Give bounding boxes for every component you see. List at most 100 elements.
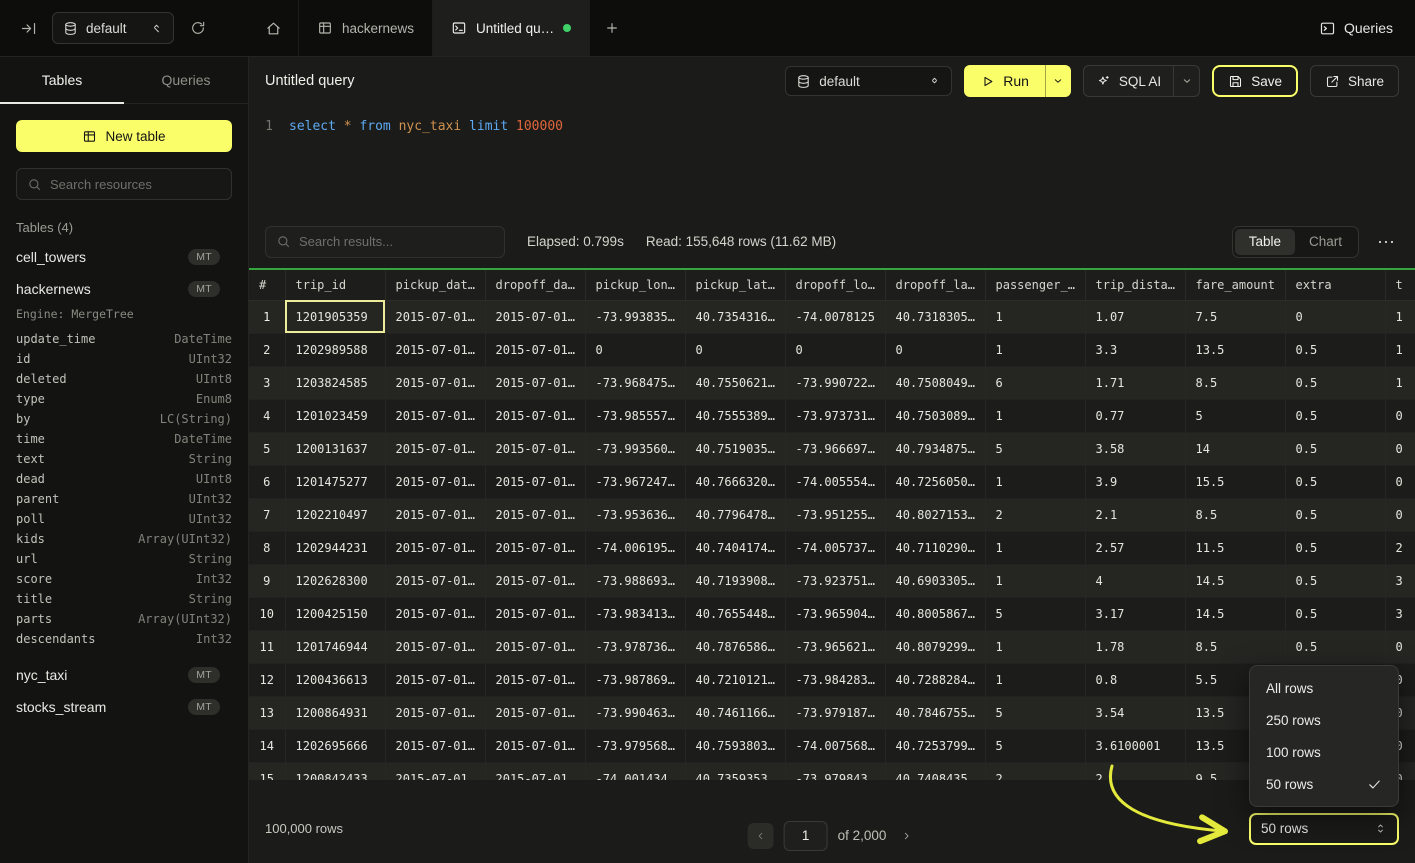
run-options-caret[interactable] xyxy=(1045,65,1071,97)
table-cell[interactable]: 11.5 xyxy=(1185,531,1285,564)
table-cell[interactable]: 0 xyxy=(785,333,885,366)
rows-per-page-select[interactable]: 50 rows xyxy=(1249,813,1399,845)
table-cell[interactable]: 40.7846755… xyxy=(885,696,985,729)
row-number-cell[interactable]: 10 xyxy=(249,597,285,630)
sidebar-tab-tables[interactable]: Tables xyxy=(0,57,124,103)
table-cell[interactable]: -73.973731… xyxy=(785,399,885,432)
table-cell[interactable]: 40.7655448… xyxy=(685,597,785,630)
table-cell[interactable]: 40.8027153… xyxy=(885,498,985,531)
rows-menu-item-100-rows[interactable]: 100 rows xyxy=(1256,736,1392,768)
table-cell[interactable]: -73.985557… xyxy=(585,399,685,432)
table-cell[interactable]: 2015-07-01… xyxy=(385,300,485,333)
table-cell[interactable]: -74.001434… xyxy=(585,762,685,780)
column-header-dropoff_da[interactable]: dropoff_da… xyxy=(485,270,585,300)
table-cell[interactable]: 1202944231 xyxy=(285,531,385,564)
sidebar-column-row[interactable]: deadUInt8 xyxy=(0,469,248,489)
table-cell[interactable]: 0 xyxy=(585,333,685,366)
table-cell[interactable]: 2 xyxy=(1385,531,1415,564)
table-cell[interactable]: 2015-07-01… xyxy=(385,564,485,597)
table-cell[interactable]: 1203824585 xyxy=(285,366,385,399)
table-cell[interactable]: 0 xyxy=(1385,465,1415,498)
table-cell[interactable]: 8.5 xyxy=(1185,630,1285,663)
table-cell[interactable]: 2 xyxy=(1085,762,1185,780)
table-cell[interactable]: 1.71 xyxy=(1085,366,1185,399)
row-number-cell[interactable]: 5 xyxy=(249,432,285,465)
new-tab-button[interactable] xyxy=(590,0,634,56)
table-cell[interactable]: -73.990463… xyxy=(585,696,685,729)
table-cell[interactable]: -73.951255… xyxy=(785,498,885,531)
table-cell[interactable]: 40.7318305… xyxy=(885,300,985,333)
table-cell[interactable]: 1200131637 xyxy=(285,432,385,465)
table-cell[interactable]: -73.984283… xyxy=(785,663,885,696)
row-number-cell[interactable]: 3 xyxy=(249,366,285,399)
table-cell[interactable]: 1.78 xyxy=(1085,630,1185,663)
table-cell[interactable]: 40.7934875… xyxy=(885,432,985,465)
table-cell[interactable]: 2015-07-01… xyxy=(485,663,585,696)
table-cell[interactable]: 1 xyxy=(985,630,1085,663)
table-cell[interactable]: 1 xyxy=(985,663,1085,696)
table-cell[interactable]: 0.5 xyxy=(1285,432,1385,465)
table-cell[interactable]: 1 xyxy=(985,465,1085,498)
table-cell[interactable]: 1 xyxy=(985,300,1085,333)
table-cell[interactable]: 2015-07-01… xyxy=(385,465,485,498)
table-cell[interactable]: 40.7288284… xyxy=(885,663,985,696)
table-cell[interactable]: 1 xyxy=(1385,333,1415,366)
sidebar-column-row[interactable]: timeDateTime xyxy=(0,429,248,449)
table-cell[interactable]: 2015-07-01… xyxy=(385,663,485,696)
table-cell[interactable]: 0 xyxy=(885,333,985,366)
table-cell[interactable]: 1202628300 xyxy=(285,564,385,597)
table-cell[interactable]: 2015-07-01… xyxy=(485,333,585,366)
sidebar-table-cell_towers[interactable]: cell_towersMT xyxy=(0,241,248,273)
table-cell[interactable]: 0.5 xyxy=(1285,597,1385,630)
row-number-cell[interactable]: 4 xyxy=(249,399,285,432)
table-cell[interactable]: -74.005737… xyxy=(785,531,885,564)
view-toggle-chart[interactable]: Chart xyxy=(1295,229,1356,255)
table-cell[interactable]: 2015-07-01… xyxy=(485,564,585,597)
table-cell[interactable]: 1202695666 xyxy=(285,729,385,762)
table-cell[interactable]: -73.979187… xyxy=(785,696,885,729)
table-cell[interactable]: 40.7876586… xyxy=(685,630,785,663)
resources-search-input[interactable] xyxy=(50,177,221,192)
table-cell[interactable]: 40.7359353… xyxy=(685,762,785,780)
column-header-trip_dista[interactable]: trip_dista… xyxy=(1085,270,1185,300)
table-cell[interactable]: 8.5 xyxy=(1185,498,1285,531)
table-cell[interactable]: 5 xyxy=(985,597,1085,630)
sidebar-table-hackernews[interactable]: hackernewsMT xyxy=(0,273,248,305)
table-cell[interactable]: 2015-07-01… xyxy=(485,399,585,432)
table-cell[interactable]: 0 xyxy=(1385,630,1415,663)
table-cell[interactable]: 0.8 xyxy=(1085,663,1185,696)
table-cell[interactable]: 2015-07-01… xyxy=(485,498,585,531)
sidebar-column-row[interactable]: textString xyxy=(0,449,248,469)
table-cell[interactable]: 2015-07-01… xyxy=(385,366,485,399)
tab-home[interactable] xyxy=(249,0,299,56)
table-cell[interactable]: 1 xyxy=(985,399,1085,432)
table-cell[interactable]: 2015-07-01… xyxy=(485,762,585,780)
table-cell[interactable]: 14.5 xyxy=(1185,564,1285,597)
refresh-button[interactable] xyxy=(184,14,212,42)
table-cell[interactable]: -74.007568… xyxy=(785,729,885,762)
run-button[interactable]: Run xyxy=(964,65,1045,97)
table-cell[interactable]: 40.8079299… xyxy=(885,630,985,663)
table-cell[interactable]: 40.7210121… xyxy=(685,663,785,696)
sidebar-column-row[interactable]: idUInt32 xyxy=(0,349,248,369)
collapse-sidebar-button[interactable] xyxy=(14,14,42,42)
queries-panel-button[interactable]: Queries xyxy=(1319,20,1393,37)
table-cell[interactable]: 5 xyxy=(985,696,1085,729)
sidebar-column-row[interactable]: deletedUInt8 xyxy=(0,369,248,389)
sidebar-table-nyc_taxi[interactable]: nyc_taxiMT xyxy=(0,659,248,691)
table-cell[interactable]: 2015-07-01… xyxy=(485,432,585,465)
page-number-input[interactable] xyxy=(784,821,828,851)
table-cell[interactable]: 0.5 xyxy=(1285,498,1385,531)
table-cell[interactable]: -73.993835… xyxy=(585,300,685,333)
table-cell[interactable]: 3.3 xyxy=(1085,333,1185,366)
row-number-cell[interactable]: 1 xyxy=(249,300,285,333)
table-cell[interactable]: 13.5 xyxy=(1185,333,1285,366)
table-cell[interactable]: 2015-07-01… xyxy=(385,498,485,531)
table-cell[interactable]: 40.7550621… xyxy=(685,366,785,399)
column-header-pickup_lon[interactable]: pickup_lon… xyxy=(585,270,685,300)
table-cell[interactable]: 1201746944 xyxy=(285,630,385,663)
table-cell[interactable]: 15.5 xyxy=(1185,465,1285,498)
sidebar-column-row[interactable]: kidsArray(UInt32) xyxy=(0,529,248,549)
table-cell[interactable]: 40.6903305… xyxy=(885,564,985,597)
sidebar-column-row[interactable]: parentUInt32 xyxy=(0,489,248,509)
